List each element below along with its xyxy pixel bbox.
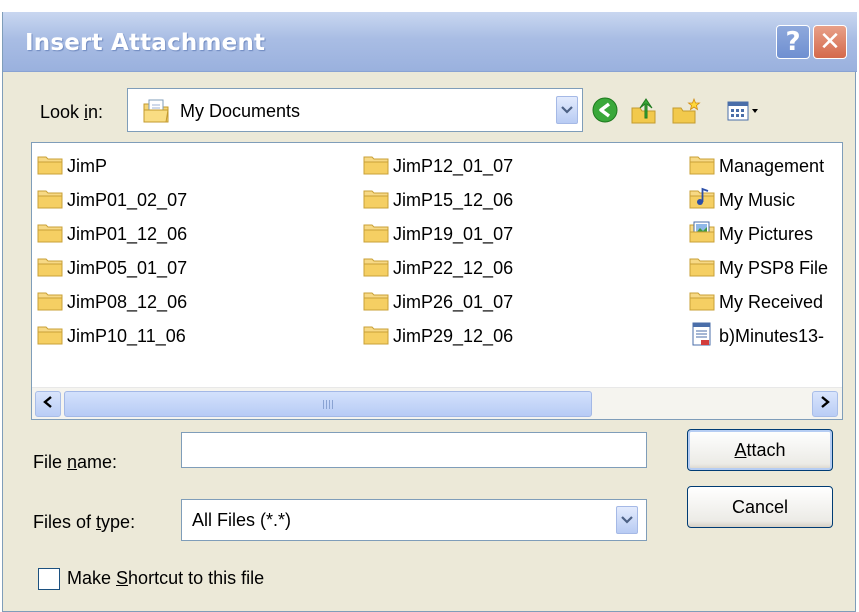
folder-icon [362, 220, 393, 249]
folder-icon [36, 152, 67, 181]
create-new-folder-icon[interactable] [671, 96, 701, 126]
file-item-label: JimP [67, 155, 107, 176]
horizontal-scrollbar[interactable] [32, 387, 842, 419]
files-of-type-value: All Files (*.*) [192, 510, 292, 530]
scroll-left-button[interactable] [35, 391, 61, 417]
file-item[interactable]: JimP15_12_06 [362, 185, 513, 215]
chevron-down-icon [621, 511, 633, 529]
folder-icon [688, 288, 719, 317]
file-item-label: b)Minutes13- [719, 325, 825, 346]
file-item-label: JimP10_11_06 [67, 325, 186, 346]
make-shortcut-label[interactable]: Make Shortcut to this file [67, 568, 264, 589]
scrollbar-thumb[interactable] [64, 391, 592, 417]
file-item[interactable]: JimP08_12_06 [36, 287, 187, 317]
file-item[interactable]: b)Minutes13- [688, 321, 824, 351]
file-item[interactable]: JimP26_01_07 [362, 287, 513, 317]
scrollbar-grip-icon [323, 399, 333, 409]
music-folder-icon [688, 186, 719, 215]
document-icon [688, 322, 719, 351]
file-item[interactable]: JimP12_01_07 [362, 151, 513, 181]
file-item[interactable]: My PSP8 File [688, 253, 828, 283]
file-name-input[interactable] [181, 432, 647, 468]
file-item-label: Management [719, 155, 825, 176]
make-shortcut-checkbox[interactable] [38, 568, 60, 590]
folder-icon [36, 254, 67, 283]
folder-icon [36, 220, 67, 249]
folder-icon [362, 288, 393, 317]
file-item-label: My Pictures [719, 223, 814, 244]
file-item-label: JimP08_12_06 [67, 291, 188, 312]
file-item-label: My Music [719, 189, 795, 210]
folder-icon [362, 254, 393, 283]
close-button[interactable]: ✕ [813, 25, 847, 59]
file-item-label: My PSP8 File [719, 257, 829, 278]
file-item-label: JimP01_02_07 [67, 189, 188, 210]
file-item[interactable]: My Pictures [688, 219, 813, 249]
files-of-type-dropdown[interactable]: All Files (*.*) [181, 499, 647, 541]
insert-attachment-dialog: Insert Attachment ? ✕ Look in: My Docume… [2, 12, 857, 612]
title-bar[interactable]: Insert Attachment ? ✕ [3, 12, 857, 72]
file-item[interactable]: JimP22_12_06 [362, 253, 513, 283]
folder-icon [688, 254, 719, 283]
up-one-level-icon[interactable] [629, 96, 659, 126]
scroll-right-button[interactable] [812, 391, 838, 417]
chevron-right-icon [820, 395, 830, 413]
file-item[interactable]: JimP01_12_06 [36, 219, 187, 249]
documents-folder-icon [142, 98, 170, 129]
file-name-label: File name: [33, 452, 118, 472]
back-icon[interactable] [591, 96, 621, 126]
attach-button[interactable]: Attach [687, 429, 833, 471]
files-of-type-label: Files of type: [33, 512, 136, 532]
look-in-dropdown[interactable]: My Documents [127, 88, 583, 132]
file-item-label: JimP05_01_07 [67, 257, 188, 278]
folder-icon [36, 322, 67, 351]
file-item[interactable]: JimP01_02_07 [36, 185, 187, 215]
file-item[interactable]: JimP05_01_07 [36, 253, 187, 283]
look-in-label: Look in: [40, 102, 104, 122]
file-item-label: JimP26_01_07 [393, 291, 514, 312]
file-item[interactable]: JimP [36, 151, 107, 181]
folder-icon [362, 152, 393, 181]
file-item[interactable]: Management [688, 151, 824, 181]
file-item[interactable]: JimP29_12_06 [362, 321, 513, 351]
file-list[interactable]: b)Minutes13- My Received My PSP8 File My Pi… [31, 142, 843, 420]
file-item-label: JimP22_12_06 [393, 257, 514, 278]
folder-icon [36, 288, 67, 317]
file-item[interactable]: JimP10_11_06 [36, 321, 186, 351]
file-item[interactable]: My Music [688, 185, 795, 215]
folder-icon [362, 186, 393, 215]
file-item-label: JimP15_12_06 [393, 189, 514, 210]
look-in-value: My Documents [180, 101, 301, 121]
file-item-label: JimP12_01_07 [393, 155, 514, 176]
dialog-title: Insert Attachment [25, 30, 266, 56]
chevron-down-icon [561, 101, 573, 119]
file-item-label: JimP19_01_07 [393, 223, 514, 244]
file-item-label: JimP29_12_06 [393, 325, 514, 346]
files-of-type-dropdown-button[interactable] [616, 506, 638, 534]
folder-icon [362, 322, 393, 351]
file-item[interactable]: My Received [688, 287, 823, 317]
look-in-dropdown-button[interactable] [556, 96, 578, 124]
view-menu-icon[interactable] [725, 96, 765, 126]
folder-icon [688, 152, 719, 181]
cancel-button[interactable]: Cancel [687, 486, 833, 528]
file-item-label: JimP01_12_06 [67, 223, 188, 244]
pictures-folder-icon [688, 220, 719, 249]
file-item[interactable]: JimP19_01_07 [362, 219, 513, 249]
help-button[interactable]: ? [776, 25, 810, 59]
file-item-label: My Received [719, 291, 824, 312]
folder-icon [36, 186, 67, 215]
chevron-left-icon [43, 395, 53, 413]
